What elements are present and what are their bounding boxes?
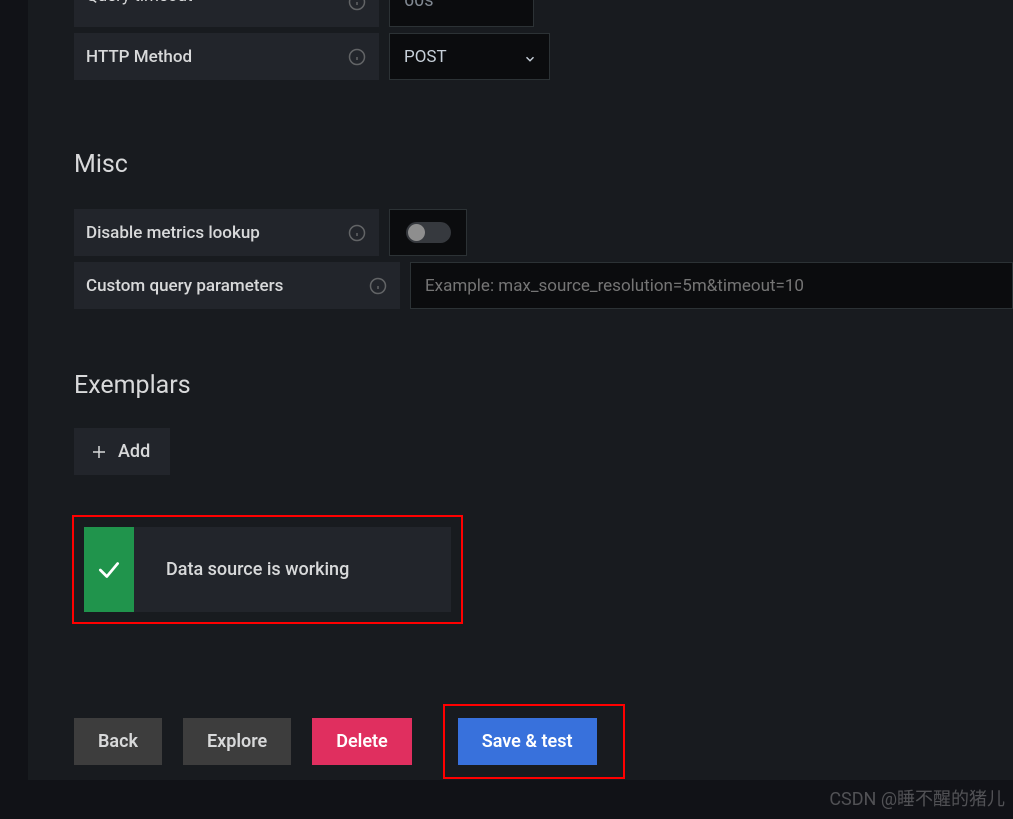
chevron-down-icon [523, 51, 535, 63]
disable-metrics-toggle[interactable] [389, 209, 467, 256]
alert-message: Data source is working [134, 527, 451, 612]
explore-button[interactable]: Explore [183, 718, 291, 765]
info-icon[interactable] [347, 47, 367, 67]
settings-panel: Query timeout 60s HTTP Method POST [28, 0, 1013, 780]
query-timeout-row: Query timeout 60s [74, 0, 1013, 27]
save-test-button[interactable]: Save & test [458, 718, 597, 765]
plus-icon [90, 443, 108, 461]
alert-highlight: Data source is working [72, 515, 463, 624]
add-exemplar-button[interactable]: Add [74, 428, 170, 475]
disable-metrics-row: Disable metrics lookup [74, 209, 1013, 256]
delete-button[interactable]: Delete [312, 718, 412, 765]
watermark: CSDN @睡不醒的猪儿 [829, 785, 1005, 811]
query-timeout-input[interactable]: 60s [389, 0, 534, 27]
query-timeout-label: Query timeout [74, 0, 379, 27]
http-method-label: HTTP Method [74, 33, 379, 80]
info-icon[interactable] [368, 276, 388, 296]
custom-query-label: Custom query parameters [74, 262, 400, 309]
back-button[interactable]: Back [74, 718, 162, 765]
misc-heading: Misc [74, 150, 1013, 179]
save-highlight: Save & test [443, 704, 625, 779]
exemplars-heading: Exemplars [74, 371, 1013, 400]
success-alert: Data source is working [84, 527, 451, 612]
custom-query-row: Custom query parameters [74, 262, 1013, 309]
alert-icon-box [84, 527, 134, 612]
http-method-row: HTTP Method POST [74, 33, 1013, 80]
disable-metrics-label: Disable metrics lookup [74, 209, 379, 256]
action-buttons: Back Explore Delete Save & test [74, 704, 1013, 779]
info-icon[interactable] [347, 0, 367, 12]
info-icon[interactable] [347, 223, 367, 243]
custom-query-input[interactable] [410, 262, 1013, 309]
http-method-select[interactable]: POST [389, 33, 550, 80]
check-icon [96, 557, 122, 583]
